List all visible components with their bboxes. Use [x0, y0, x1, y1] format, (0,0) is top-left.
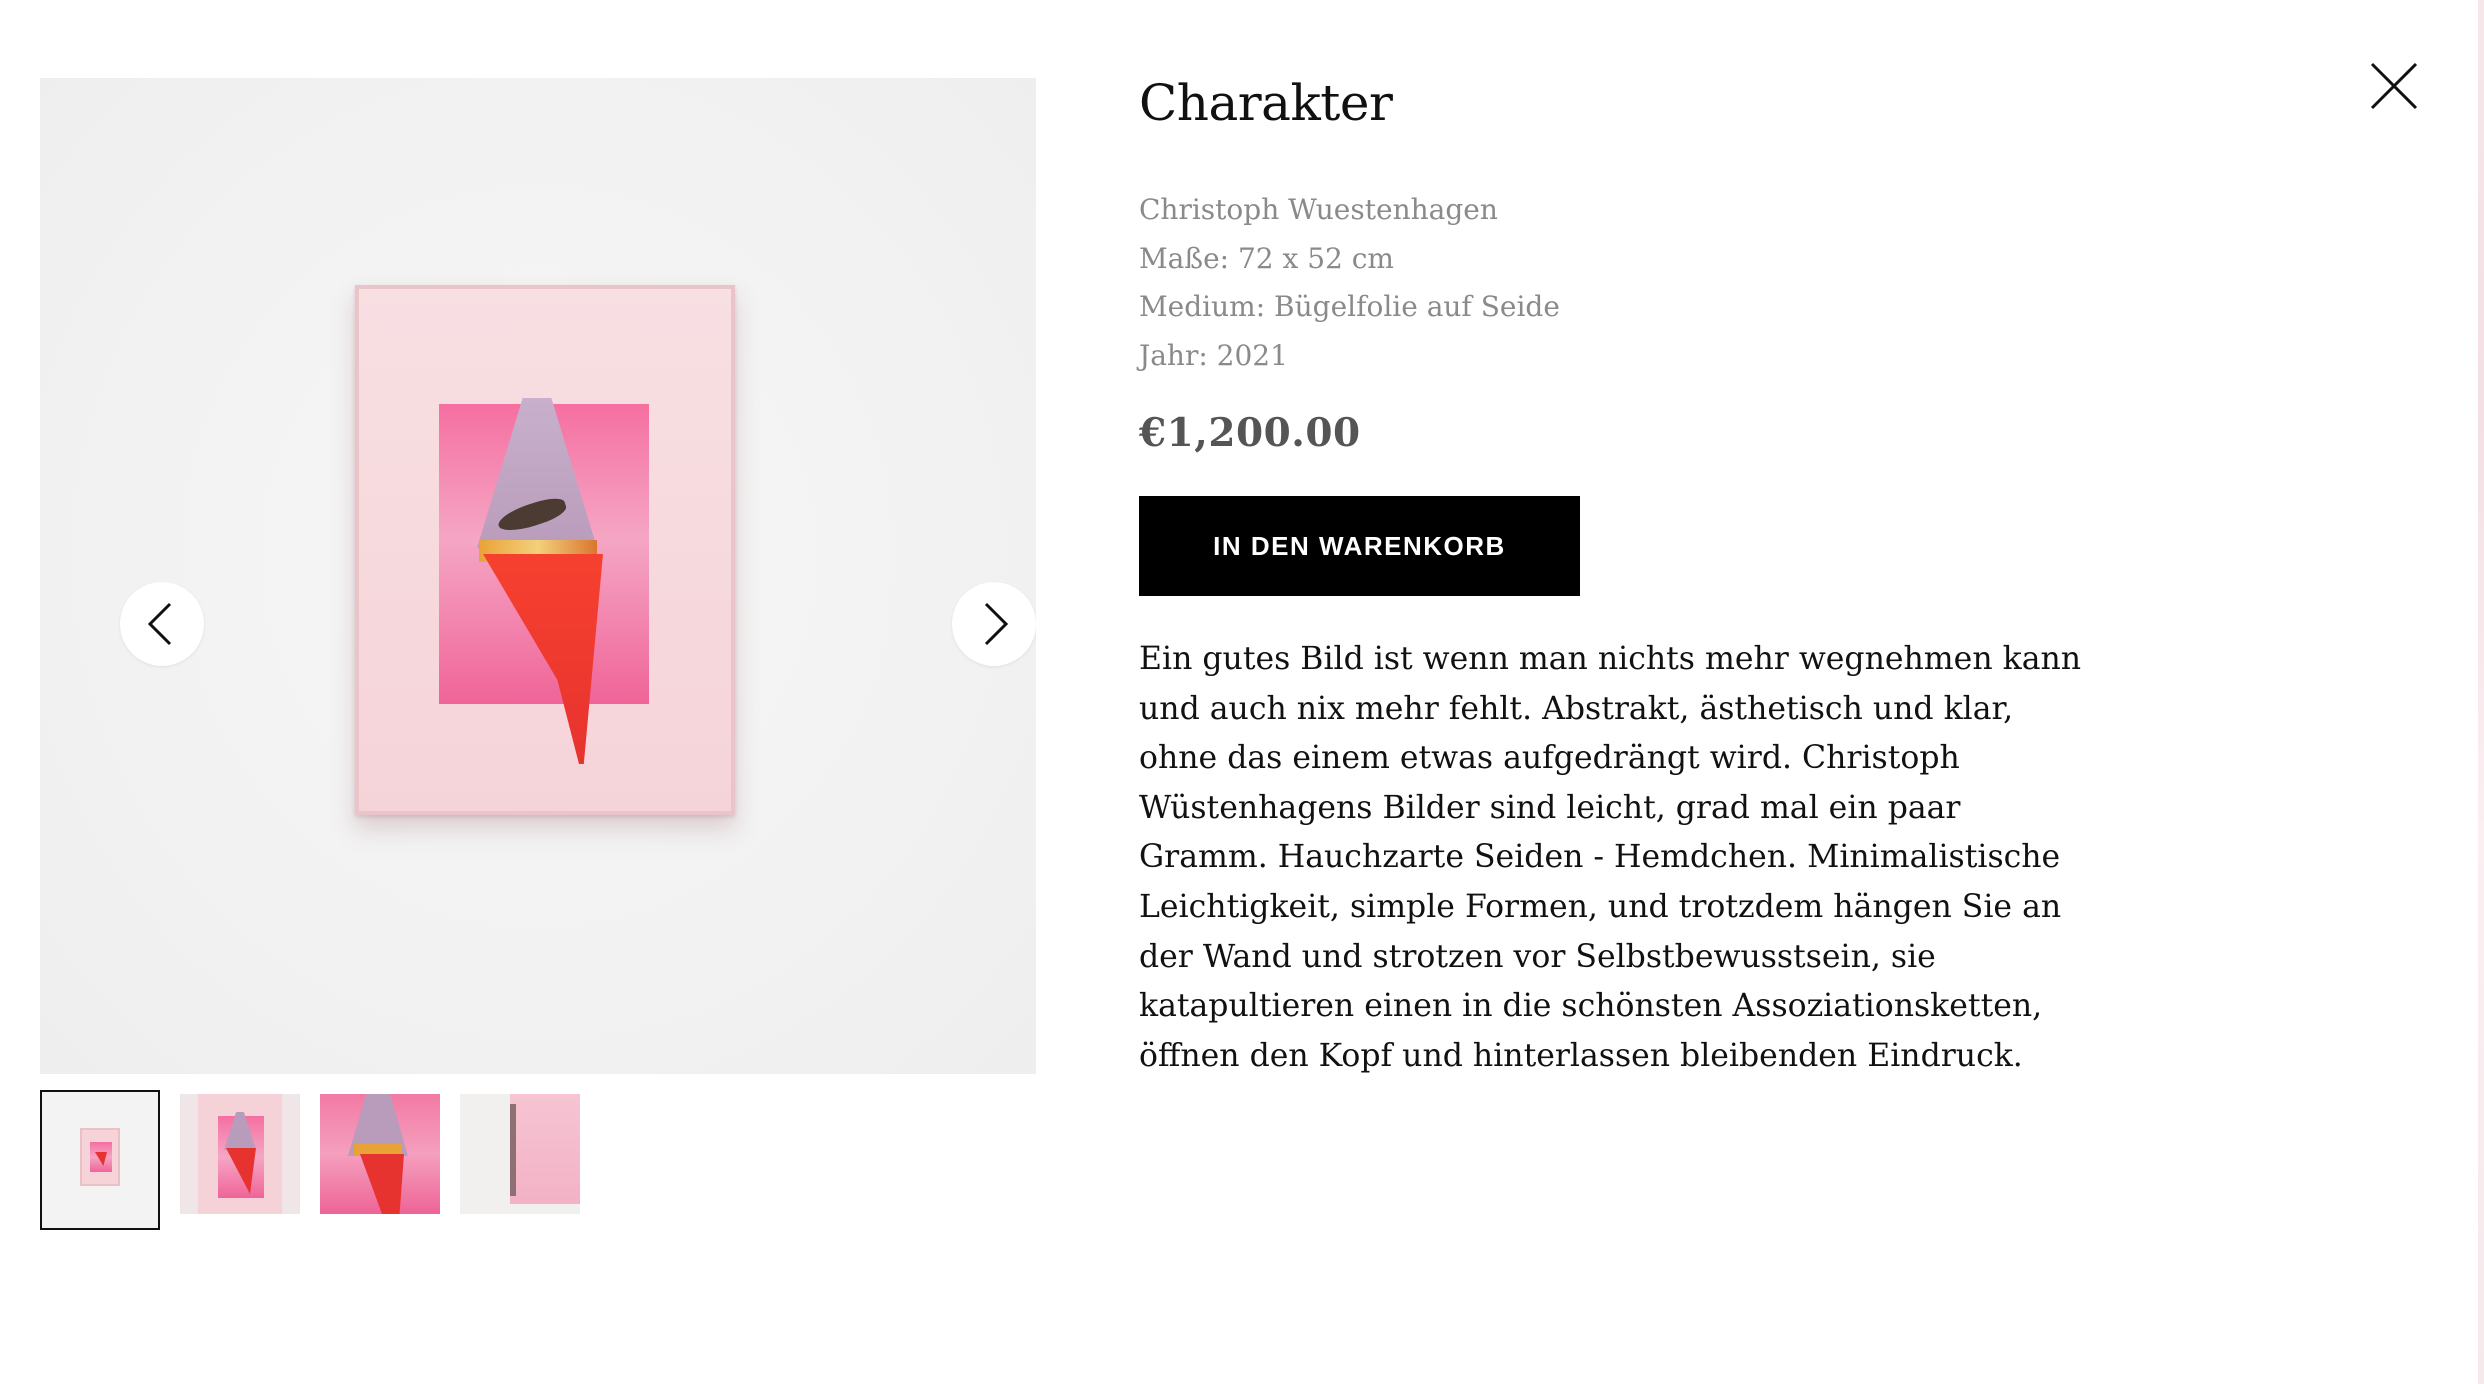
thumbnail-artwork — [80, 1128, 120, 1186]
description-line: Wüstenhagens Bilder sind leicht, grad ma… — [1139, 789, 1961, 826]
description-line: ohne das einem etwas aufgedrängt wird. C… — [1139, 740, 1960, 777]
description-line: öffnen den Kopf und hinterlassen bleiben… — [1139, 1037, 2023, 1074]
background-edge — [2478, 0, 2484, 1384]
product-title: Charakter — [1139, 74, 1393, 132]
year: Jahr: 2021 — [1139, 338, 1288, 372]
artist-name: Christoph Wuestenhagen — [1139, 193, 1498, 226]
close-icon — [2370, 62, 2418, 110]
thumbnail-4[interactable] — [460, 1094, 580, 1214]
description-line: der Wand und strotzen vor Selbstbewussts… — [1139, 938, 1936, 975]
main-product-image — [40, 78, 1036, 1074]
artwork-red-shape — [483, 554, 603, 764]
product-quickview: Charakter Christoph Wuestenhagen Maße: 7… — [0, 0, 2484, 1384]
chevron-right-icon — [984, 602, 1009, 646]
thumbnail-3[interactable] — [320, 1094, 440, 1214]
description-line: Gramm. Hauchzarte Seiden - Hemdchen. Min… — [1139, 839, 2061, 876]
medium: Medium: Bügelfolie auf Seide — [1139, 290, 1560, 323]
description-line: Leichtigkeit, simple Formen, und trotzde… — [1139, 888, 2062, 925]
close-button[interactable] — [2364, 56, 2424, 116]
thumbnail-image — [42, 1092, 158, 1228]
thumbnail-image — [460, 1094, 580, 1214]
next-image-button[interactable] — [952, 582, 1036, 666]
thumbnail-2[interactable] — [180, 1094, 300, 1214]
artwork-print — [439, 398, 649, 764]
chevron-left-icon — [147, 602, 172, 646]
artwork-pyramid-shape — [477, 398, 597, 548]
product-meta: Christoph Wuestenhagen Maße: 72 x 52 cm … — [1139, 186, 1839, 380]
thumbnail-image — [180, 1094, 300, 1214]
product-price: €1,200.00 — [1139, 410, 1361, 456]
thumbnail-1[interactable] — [40, 1090, 160, 1230]
dimensions: Maße: 72 x 52 cm — [1139, 241, 1394, 275]
artwork-frame — [355, 285, 735, 815]
add-to-cart-button[interactable]: IN DEN WARENKORB — [1139, 496, 1580, 596]
product-description: Ein gutes Bild ist wenn man nichts mehr … — [1139, 635, 2082, 1081]
thumbnail-image — [320, 1094, 440, 1214]
previous-image-button[interactable] — [120, 582, 204, 666]
description-line: katapultieren einen in die schönsten Ass… — [1139, 988, 2043, 1025]
description-line: und auch nix mehr fehlt. Abstrakt, ästhe… — [1139, 690, 2014, 727]
description-line: Ein gutes Bild ist wenn man nichts mehr … — [1139, 641, 2082, 677]
